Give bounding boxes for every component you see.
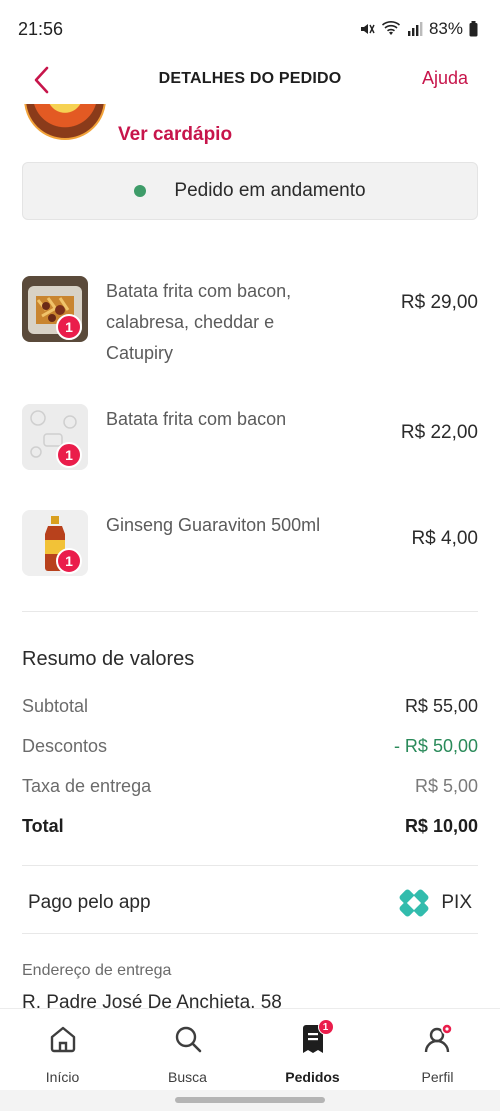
nav-orders-label: Pedidos <box>285 1069 340 1085</box>
order-item: 1 Ginseng Guaraviton 500ml R$ 4,00 <box>22 510 478 580</box>
wifi-icon <box>381 21 401 37</box>
total-row: Total R$ 10,00 <box>22 816 478 837</box>
total-value: R$ 10,00 <box>404 816 478 836</box>
orders-badge: 1 <box>317 1019 334 1035</box>
restaurant-logo <box>24 104 106 140</box>
nav-home-label: Início <box>45 1069 80 1085</box>
nav-profile[interactable]: Perfil <box>375 1009 500 1090</box>
item-name: Ginseng Guaraviton 500ml <box>106 515 321 535</box>
total-label: Total <box>22 816 64 836</box>
nav-search-label: Busca <box>168 1069 207 1085</box>
item-price: R$ 4,00 <box>411 528 478 549</box>
order-item: 1 Batata frita com bacon, calabresa, che… <box>22 276 478 372</box>
order-status-text: Pedido em andamento <box>174 180 366 201</box>
summary-title: Resumo de valores <box>22 648 195 670</box>
order-details-content[interactable]: Ver cardápio Pedido em andamento 1 Batat… <box>0 104 500 1008</box>
status-indicator-dot <box>134 185 147 197</box>
item-quantity-badge: 1 <box>56 314 82 340</box>
nav-home[interactable]: Início <box>0 1009 125 1090</box>
divider <box>22 611 478 612</box>
subtotal-row: Subtotal R$ 55,00 <box>22 696 478 717</box>
orders-icon: 1 <box>298 1019 334 1055</box>
status-time: 21:56 <box>18 18 64 39</box>
delivery-fee-value: R$ 5,00 <box>414 776 478 796</box>
item-price: R$ 29,00 <box>400 292 478 313</box>
top-app-bar: DETALHES DO PEDIDO Ajuda <box>0 58 500 104</box>
order-status-card: Pedido em andamento <box>22 162 478 220</box>
search-icon <box>173 1023 203 1055</box>
mute-icon <box>359 21 375 37</box>
payment-row: Pago pelo app PIX <box>28 888 472 918</box>
subtotal-value: R$ 55,00 <box>404 696 478 716</box>
item-quantity-badge: 1 <box>56 548 82 574</box>
item-name: Batata frita com bacon <box>106 409 287 429</box>
delivery-fee-label: Taxa de entrega <box>22 776 152 796</box>
item-price: R$ 22,00 <box>400 422 478 443</box>
discounts-label: Descontos <box>22 736 108 756</box>
pix-icon <box>399 889 429 917</box>
battery-percentage: 83% <box>428 19 463 38</box>
status-bar: 21:56 83% <box>0 0 500 58</box>
battery-icon <box>469 21 478 37</box>
address-label: Endereço de entrega <box>22 962 172 979</box>
view-menu-link[interactable]: Ver cardápio <box>118 124 232 146</box>
nav-profile-label: Perfil <box>421 1069 454 1085</box>
order-item: 1 Batata frita com bacon R$ 22,00 <box>22 404 478 474</box>
divider <box>22 933 478 934</box>
home-icon <box>48 1023 78 1055</box>
subtotal-label: Subtotal <box>22 696 89 716</box>
delivery-fee-row: Taxa de entrega R$ 5,00 <box>22 776 478 797</box>
payment-label: Pago pelo app <box>28 892 151 913</box>
status-icons: 83% <box>359 19 478 39</box>
item-name: Batata frita com bacon, calabresa, chedd… <box>106 281 292 363</box>
home-indicator[interactable] <box>175 1097 325 1103</box>
nav-orders[interactable]: 1 Pedidos <box>250 1009 375 1090</box>
nav-search[interactable]: Busca <box>125 1009 250 1090</box>
system-gesture-bar <box>0 1090 500 1111</box>
help-link[interactable]: Ajuda <box>422 68 468 89</box>
divider <box>22 865 478 866</box>
delivery-address: R. Padre José De Anchieta, 58 <box>22 992 282 1008</box>
payment-method: PIX <box>397 888 472 918</box>
discounts-value: - R$ 50,00 <box>393 736 478 756</box>
bottom-navigation: Início Busca 1 Pedidos Perfil <box>0 1008 500 1090</box>
profile-icon <box>423 1023 453 1055</box>
payment-method-label: PIX <box>441 892 472 913</box>
discounts-row: Descontos - R$ 50,00 <box>22 736 478 757</box>
item-quantity-badge: 1 <box>56 442 82 468</box>
signal-icon <box>407 21 423 37</box>
